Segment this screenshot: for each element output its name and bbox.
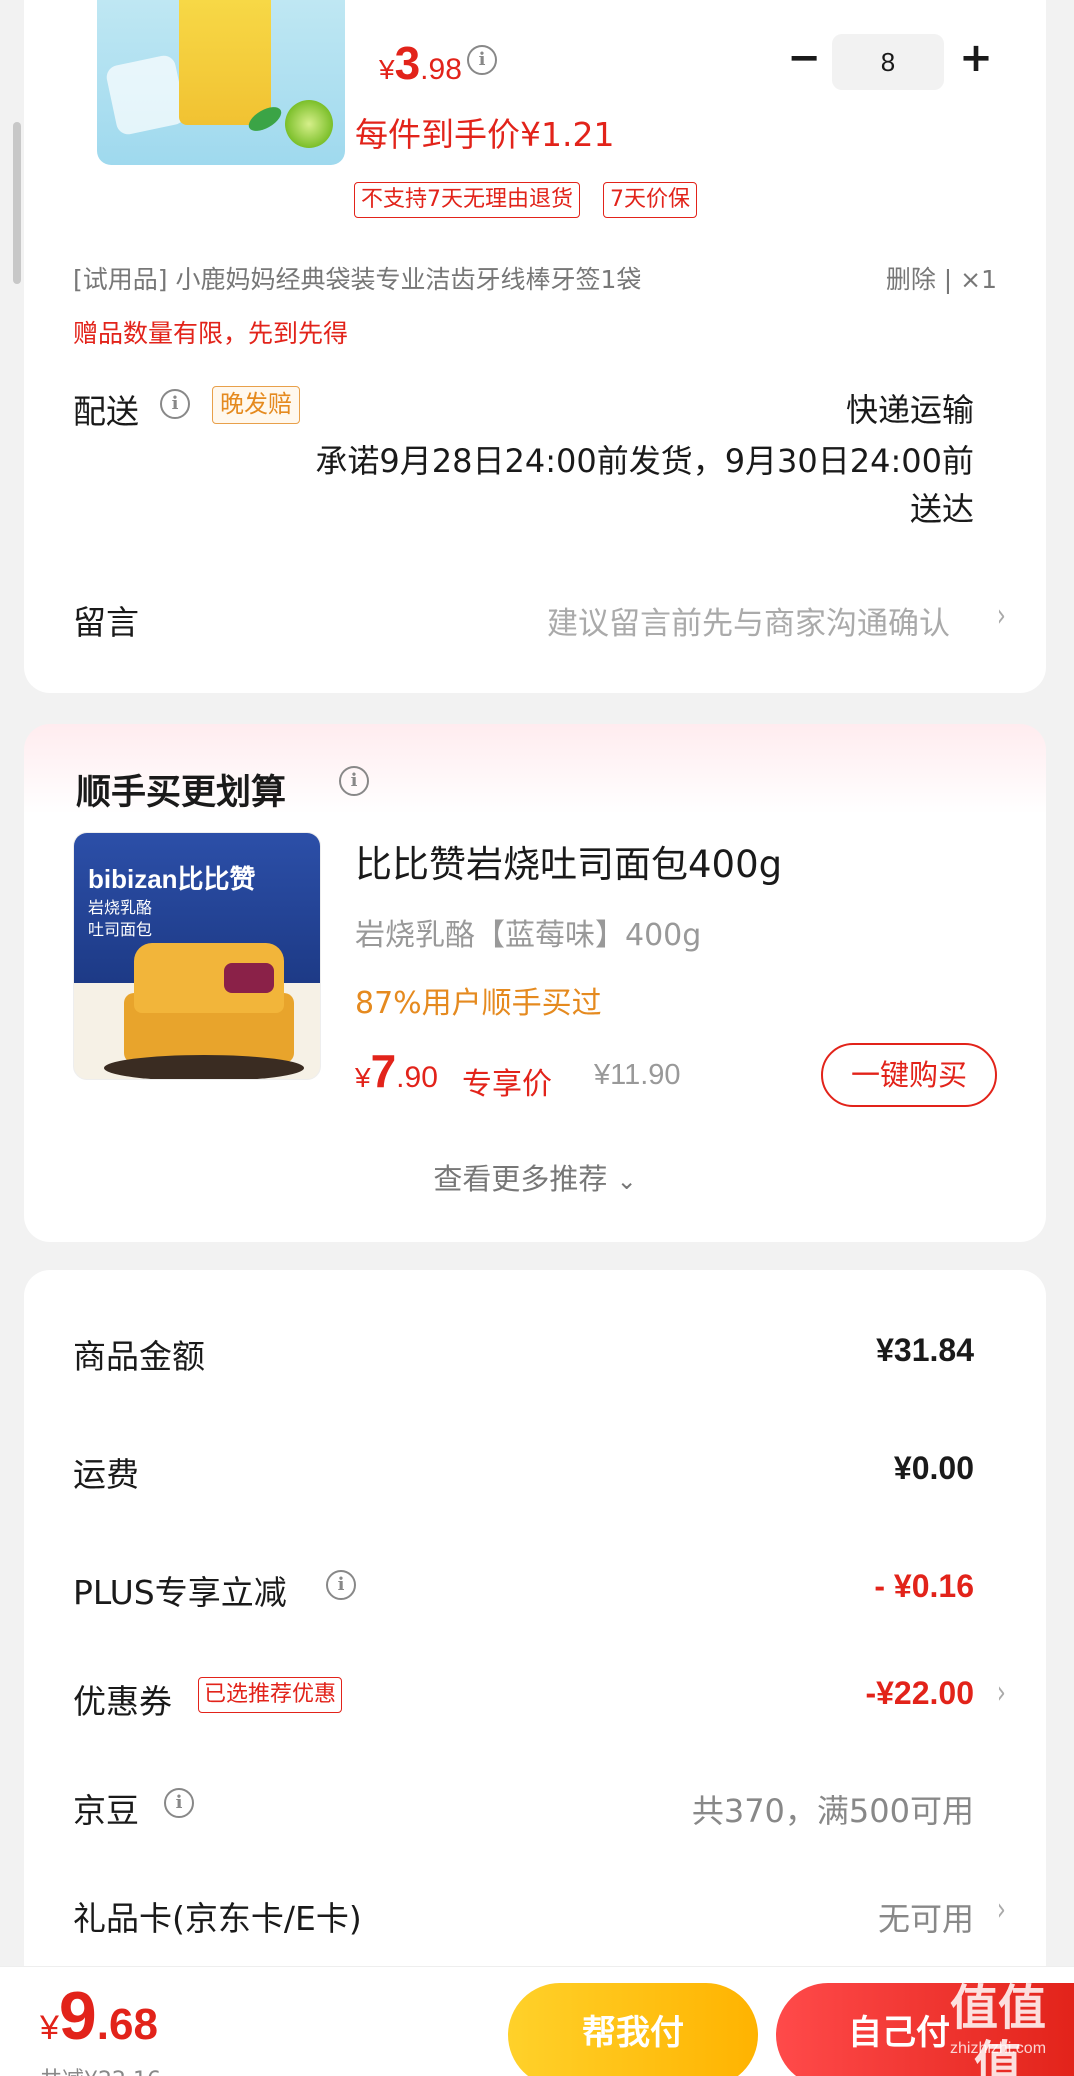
coupon-recommended-badge: 已选推荐优惠 [198, 1677, 343, 1713]
message-chevron-icon[interactable]: › [997, 596, 1006, 634]
plus-info-icon[interactable]: i [326, 1570, 356, 1600]
price-symbol: ¥ [379, 54, 395, 85]
price-integer: 3 [394, 37, 421, 89]
product-price: ¥3.98 [379, 36, 462, 90]
help-me-pay-button[interactable]: 帮我付 [508, 1983, 758, 2076]
image-sub-text: 岩烧乳酪 吐司面包 [88, 898, 153, 939]
recommendation-title: 顺手买更划算 [76, 773, 287, 813]
coupon-chevron-icon[interactable]: › [997, 1673, 1006, 1711]
recommendation-info-icon[interactable]: i [339, 766, 369, 796]
no-return-tag: 不支持7天无理由退货 [354, 182, 580, 218]
total-saved: 共减¥22.16 [40, 2062, 161, 2076]
goods-amount-label: 商品金额 [73, 1337, 205, 1376]
giftcard-chevron-icon[interactable]: › [997, 1890, 1006, 1928]
delivery-label: 配送 [73, 392, 139, 431]
one-click-buy-button[interactable]: 一键购买 [821, 1043, 997, 1107]
shipping-fee-label: 运费 [73, 1455, 139, 1494]
increase-button[interactable]: + [954, 38, 998, 82]
candy-pack-graphic [179, 0, 271, 125]
total-decimal: .68 [96, 2000, 158, 2049]
quantity-stepper: − 8 + [770, 32, 1010, 92]
late-compensation-badge: 晚发赔 [212, 386, 300, 424]
coupon-value[interactable]: -¥22.00 [865, 1675, 974, 1712]
price-decimal: .98 [420, 53, 462, 86]
watermark-url: zhizhizhi.com [949, 2040, 1047, 2057]
goods-amount-value: ¥31.84 [876, 1332, 974, 1368]
image-brand-text: bibizan比比赞 [88, 864, 256, 894]
plus-discount-label: PLUS专享立减 [73, 1573, 287, 1612]
per-item-price: 每件到手价¥1.21 [355, 115, 615, 154]
ice-cube-graphic [104, 53, 188, 137]
product-image[interactable] [97, 0, 345, 165]
price-symbol: ¥ [355, 1062, 371, 1093]
shipping-promise: 承诺9月28日24:00前发货，9月30日24:00前送达 [315, 442, 974, 528]
recommended-product-variant: 岩烧乳酪【蓝莓味】400g [355, 918, 702, 953]
exclusive-price-label: 专享价 [462, 1067, 552, 1102]
order-summary-card: 商品金额 ¥31.84 运费 ¥0.00 PLUS专享立减 i - ¥0.16 … [24, 1270, 1046, 2076]
original-price: ¥11.90 [594, 1059, 681, 1091]
plus-discount-value: - ¥0.16 [874, 1568, 974, 1604]
delivery-info-icon[interactable]: i [160, 389, 190, 419]
chevron-down-icon: ⌄ [616, 1167, 637, 1195]
order-item-card: ¥3.98 i − 8 + 每件到手价¥1.21 不支持7天无理由退货 7天价保… [24, 0, 1046, 693]
price-protect-tag: 7天价保 [603, 182, 697, 218]
recommendation-card: 顺手买更划算 i bibizan比比赞 岩烧乳酪 吐司面包 比比赞岩烧吐司面包4… [24, 724, 1046, 1242]
coupon-label: 优惠券 [73, 1682, 172, 1721]
total-integer: 9 [58, 1978, 97, 2054]
price-integer: 7 [370, 1045, 397, 1097]
trial-item-label: [试用品] 小鹿妈妈经典袋装专业洁齿牙线棒牙签1袋 [73, 265, 642, 294]
recommended-bought-rate: 87%用户顺手买过 [355, 986, 602, 1021]
recommended-product-image[interactable]: bibizan比比赞 岩烧乳酪 吐司面包 [73, 832, 321, 1080]
recommended-price: ¥7.90 [355, 1044, 438, 1098]
total-price: ¥9.68 [40, 1977, 158, 2055]
jingdou-info-icon[interactable]: i [164, 1788, 194, 1818]
lime-graphic [285, 100, 333, 148]
gift-limited-note: 赠品数量有限，先到先得 [73, 319, 349, 348]
price-info-icon[interactable]: i [467, 45, 497, 75]
price-decimal: .90 [396, 1061, 438, 1094]
more-recommendations-link[interactable]: 查看更多推荐 ⌄ [24, 1156, 1046, 1198]
message-input[interactable]: 建议留言前先与商家沟通确认 [547, 598, 950, 643]
decrease-button[interactable]: − [782, 38, 826, 82]
plate-graphic [104, 1055, 304, 1079]
giftcard-value[interactable]: 无可用 [878, 1894, 974, 1940]
jam-graphic [224, 963, 274, 993]
more-recommendations-label: 查看更多推荐 [433, 1162, 608, 1196]
shipping-method[interactable]: 快递运输 [846, 385, 974, 431]
checkout-bar: ¥9.68 共减¥22.16 帮我付 自己付 [0, 1966, 1074, 2076]
jingdou-value: 共370，满500可用 [691, 1792, 974, 1830]
jingdou-label: 京豆 [73, 1791, 139, 1830]
watermark-logo: 值值值 [949, 1980, 1046, 2076]
scrollbar[interactable] [13, 122, 21, 284]
total-symbol: ¥ [40, 2009, 59, 2047]
giftcard-label: 礼品卡(京东卡/E卡) [73, 1899, 362, 1938]
message-label: 留言 [73, 603, 139, 642]
shipping-fee-value: ¥0.00 [893, 1450, 974, 1486]
recommended-product-name[interactable]: 比比赞岩烧吐司面包400g [355, 834, 782, 888]
trial-item-actions[interactable]: 删除 | ×1 [886, 260, 997, 296]
quantity-value[interactable]: 8 [832, 34, 944, 90]
